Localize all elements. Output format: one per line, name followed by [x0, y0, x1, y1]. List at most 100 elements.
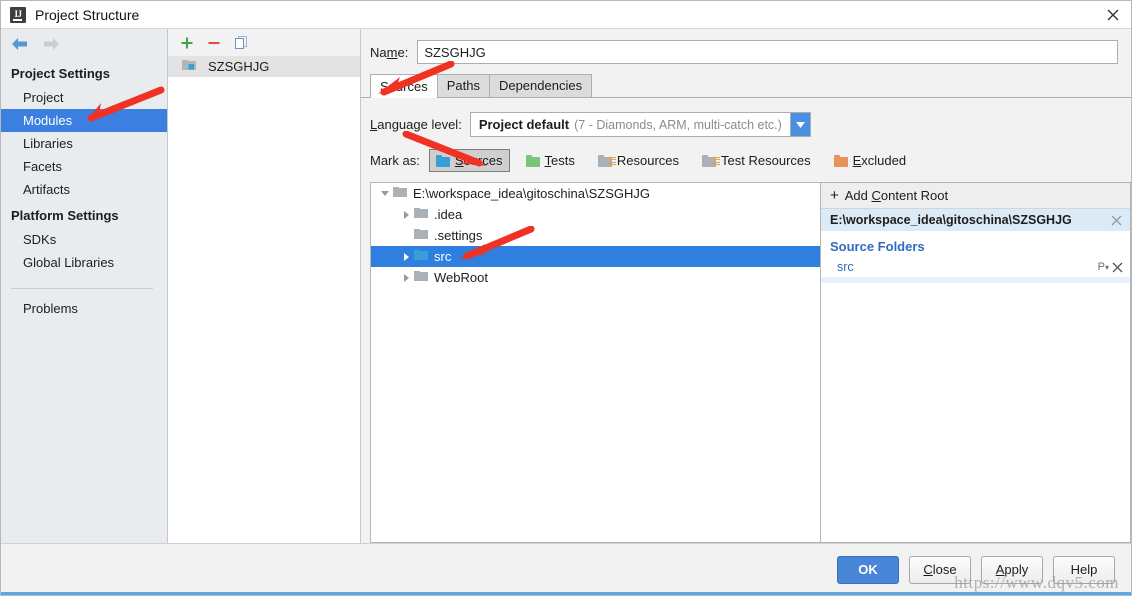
folder-gray-icon [414, 228, 428, 243]
mark-as-label: Mark as: [370, 153, 420, 168]
tab-dependencies[interactable]: Dependencies [488, 74, 593, 97]
folder-gray-icon [393, 186, 407, 201]
sidebar-group-title-project-settings: Project Settings [11, 66, 110, 81]
package-prefix-icon[interactable]: P▾ [1098, 261, 1109, 273]
tree-row-label: WebRoot [434, 270, 488, 285]
sidebar-item-problems[interactable]: Problems [1, 297, 167, 320]
plus-icon[interactable] [180, 36, 194, 50]
sidebar-item-libraries[interactable]: Libraries [1, 132, 167, 155]
folder-blue-icon [414, 249, 428, 264]
folder-green-icon [525, 154, 540, 167]
tree-row[interactable]: src [371, 246, 820, 267]
source-folder-actions: P▾ [1098, 261, 1123, 273]
mark-as-resources-label: Resources [616, 153, 680, 168]
mark-as-tests-button[interactable]: Tests [519, 149, 582, 172]
mark-as-resources-button[interactable]: Resources [591, 149, 686, 172]
folder-gray-icon [414, 270, 428, 285]
logo-text: IJ [14, 9, 22, 19]
close-button[interactable]: Close [909, 555, 971, 584]
help-button[interactable]: Help [1053, 555, 1115, 584]
window-title: Project Structure [35, 6, 140, 23]
mark-as-test-resources-label: Test Resources [721, 153, 811, 168]
arrow-left-icon[interactable] [11, 37, 28, 51]
module-name-input[interactable] [417, 40, 1118, 64]
detail-tabs: Sources Paths Dependencies [361, 73, 1131, 98]
mark-as-test-resources-button[interactable]: Test Resources [695, 149, 818, 172]
sidebar-item-artifacts[interactable]: Artifacts [1, 178, 167, 201]
language-level-combo[interactable]: Project default (7 - Diamonds, ARM, mult… [469, 112, 811, 137]
language-level-secondary: (7 - Diamonds, ARM, multi-catch etc.) [574, 118, 782, 132]
sidebar-item-global-libraries[interactable]: Global Libraries [1, 251, 167, 274]
tree-row-label: E:\workspace_idea\gitoschina\SZSGHJG [413, 186, 650, 201]
apply-button[interactable]: Apply [981, 555, 1043, 584]
chevron-right-icon[interactable] [398, 273, 414, 282]
settings-sidebar: Project Settings Project Modules Librari… [1, 29, 168, 543]
language-level-primary: Project default [478, 117, 570, 132]
close-icon[interactable] [1112, 262, 1123, 273]
chevron-down-icon[interactable] [789, 113, 810, 136]
ok-button[interactable]: OK [837, 555, 899, 584]
folder-resources-icon [597, 154, 616, 167]
module-folder-icon [182, 59, 196, 74]
chevron-right-icon[interactable] [398, 210, 414, 219]
title-bar: IJ Project Structure [1, 1, 1131, 29]
sidebar-group-title-platform-settings: Platform Settings [11, 208, 119, 223]
dialog-footer: OK Close Apply Help https://www.dqv5.com [1, 543, 1131, 595]
content-root-path: E:\workspace_idea\gitoschina\SZSGHJG [830, 213, 1072, 227]
mark-as-row: Mark as: Sources Tests Resources Test Re… [361, 137, 1131, 182]
sidebar-item-project[interactable]: Project [1, 86, 167, 109]
language-level-row: Language level: Project default (7 - Dia… [361, 98, 1131, 137]
content-tree: E:\workspace_idea\gitoschina\SZSGHJG .id… [370, 182, 821, 543]
chevron-down-icon[interactable] [377, 191, 393, 196]
mark-as-excluded-button[interactable]: Excluded [827, 149, 913, 172]
content-roots-panel: + Add Content Root E:\workspace_idea\git… [821, 182, 1131, 543]
minus-icon[interactable] [207, 36, 221, 50]
plus-icon: + [830, 187, 839, 204]
tree-row[interactable]: .idea [371, 204, 820, 225]
intellij-logo-icon: IJ [10, 6, 26, 23]
module-list-item-szsghjg[interactable]: SZSGHJG [168, 56, 360, 77]
copy-icon[interactable] [234, 35, 249, 50]
mark-as-excluded-label: Excluded [852, 153, 907, 168]
folder-test-resources-icon [702, 154, 721, 167]
sidebar-divider [11, 288, 153, 289]
module-name: SZSGHJG [208, 59, 270, 74]
close-icon[interactable] [1111, 215, 1122, 226]
mark-as-sources-label: Sources [454, 153, 503, 168]
dialog-body: Project Settings Project Modules Librari… [1, 29, 1131, 543]
add-content-root-button[interactable]: + Add Content Root [821, 183, 1130, 209]
footer-accent-bar [1, 592, 1131, 595]
close-icon[interactable] [1095, 1, 1131, 28]
language-level-label: Language level: [370, 117, 462, 132]
sidebar-nav [1, 29, 167, 59]
folder-blue-icon [435, 154, 450, 167]
panel-empty-area [821, 283, 1130, 542]
mark-as-sources-button[interactable]: Sources [428, 149, 510, 172]
tree-row[interactable]: E:\workspace_idea\gitoschina\SZSGHJG [371, 183, 820, 204]
language-level-value: Project default (7 - Diamonds, ARM, mult… [471, 117, 790, 132]
tree-row[interactable]: WebRoot [371, 267, 820, 288]
source-folder-item[interactable]: src P▾ [821, 257, 1130, 277]
source-folder-name: src [837, 260, 854, 274]
modules-pane: SZSGHJG [168, 29, 361, 543]
tree-row-label: src [434, 249, 452, 264]
sidebar-item-sdks[interactable]: SDKs [1, 228, 167, 251]
sources-panes: E:\workspace_idea\gitoschina\SZSGHJG .id… [361, 182, 1131, 543]
chevron-right-icon[interactable] [398, 252, 414, 261]
tree-row-label: .settings [434, 228, 483, 243]
tree-row-label: .idea [434, 207, 463, 222]
tab-paths[interactable]: Paths [436, 74, 490, 97]
name-label: Name: [370, 44, 409, 60]
content-root-item[interactable]: E:\workspace_idea\gitoschina\SZSGHJG [821, 209, 1130, 232]
sidebar-item-facets[interactable]: Facets [1, 155, 167, 178]
add-content-root-label: Add Content Root [844, 188, 949, 203]
arrow-right-icon[interactable] [43, 37, 60, 51]
module-detail-pane: Name: Sources Paths Dependencies Languag… [361, 29, 1131, 543]
tab-sources[interactable]: Sources [370, 74, 438, 98]
project-structure-dialog: IJ Project Structure Project Settings Pr… [0, 0, 1132, 596]
sidebar-item-modules[interactable]: Modules [1, 109, 167, 132]
folder-gray-icon [414, 207, 428, 222]
mark-as-tests-label: Tests [544, 153, 575, 168]
module-name-row: Name: [361, 29, 1131, 64]
tree-row[interactable]: .settings [371, 225, 820, 246]
